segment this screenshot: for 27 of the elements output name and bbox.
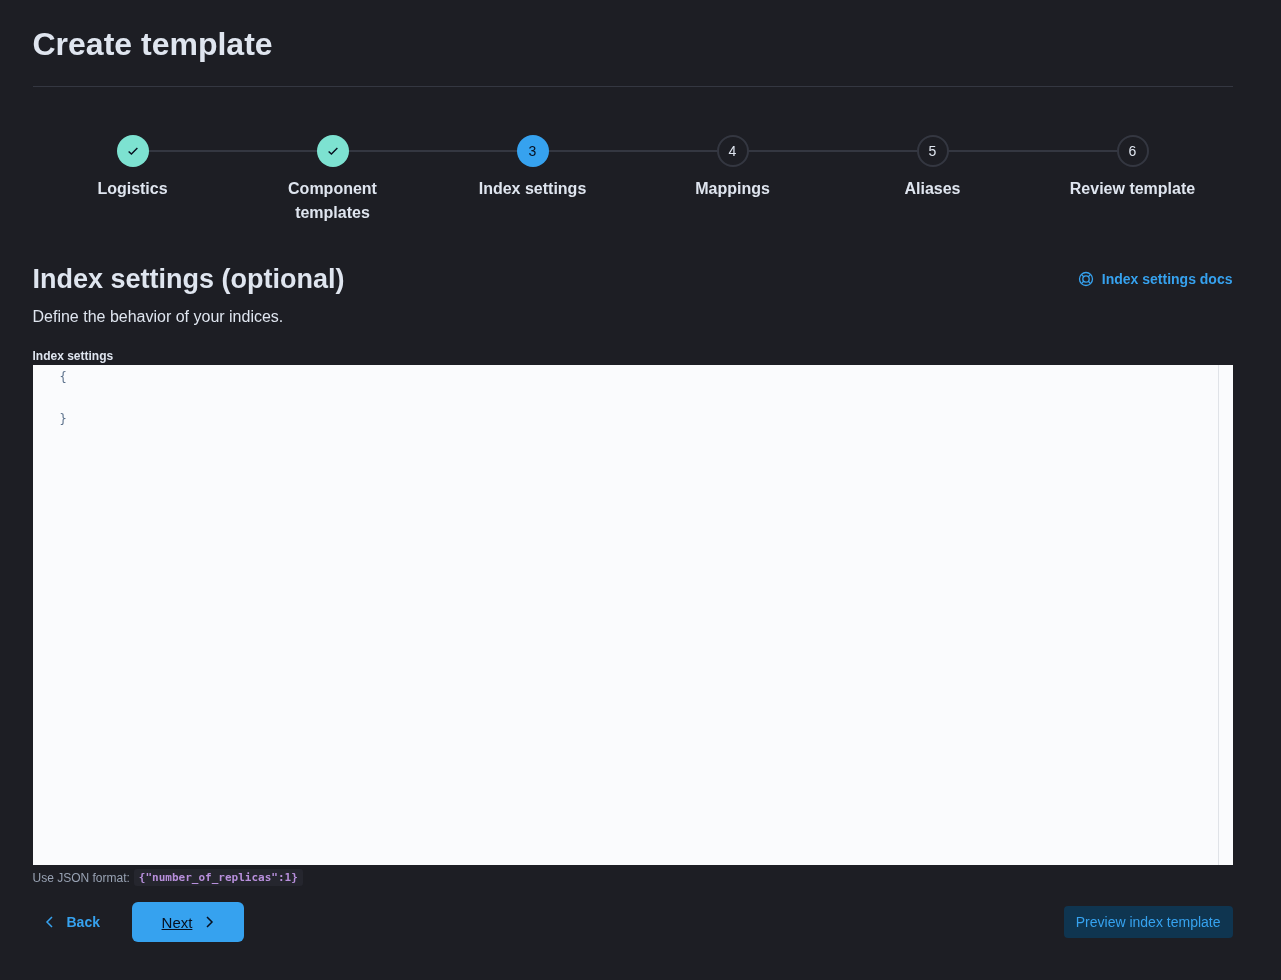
page-title: Create template <box>32 25 274 64</box>
step-label[interactable]: Logistics <box>67 177 198 201</box>
step-label[interactable]: Component templates <box>267 177 398 225</box>
step-complete-indicator[interactable] <box>316 135 349 167</box>
section-description: Define the behavior of your indices. <box>32 307 285 327</box>
step-number[interactable]: 4 <box>716 135 749 167</box>
code-text: { } <box>58 369 68 428</box>
step-label[interactable]: Aliases <box>867 177 998 201</box>
back-button[interactable]: Back <box>32 906 112 938</box>
chevron-left-icon <box>44 916 55 928</box>
step-complete-indicator[interactable] <box>116 135 149 167</box>
docs-link[interactable]: Index settings docs <box>1077 271 1233 287</box>
preview-button[interactable]: Preview index template <box>1063 906 1233 938</box>
section-title: Index settings (optional) <box>32 263 345 296</box>
step-label[interactable]: Mappings <box>667 177 798 201</box>
step-number[interactable]: 6 <box>1116 135 1149 167</box>
lifebuoy-icon <box>1077 271 1094 287</box>
step-label[interactable]: Index settings <box>467 177 598 201</box>
next-button[interactable]: Next <box>131 902 244 942</box>
code-example: {"number_of_replicas":1} <box>133 869 303 886</box>
code-editor[interactable]: { } <box>32 365 1233 865</box>
help-text: Use JSON format: <box>32 870 130 885</box>
step-number[interactable]: 3 <box>516 135 549 167</box>
step-number[interactable]: 5 <box>916 135 949 167</box>
step-label[interactable]: Review template <box>1067 177 1198 201</box>
chevron-right-icon <box>204 916 215 928</box>
field-label: Index settings <box>32 348 115 365</box>
